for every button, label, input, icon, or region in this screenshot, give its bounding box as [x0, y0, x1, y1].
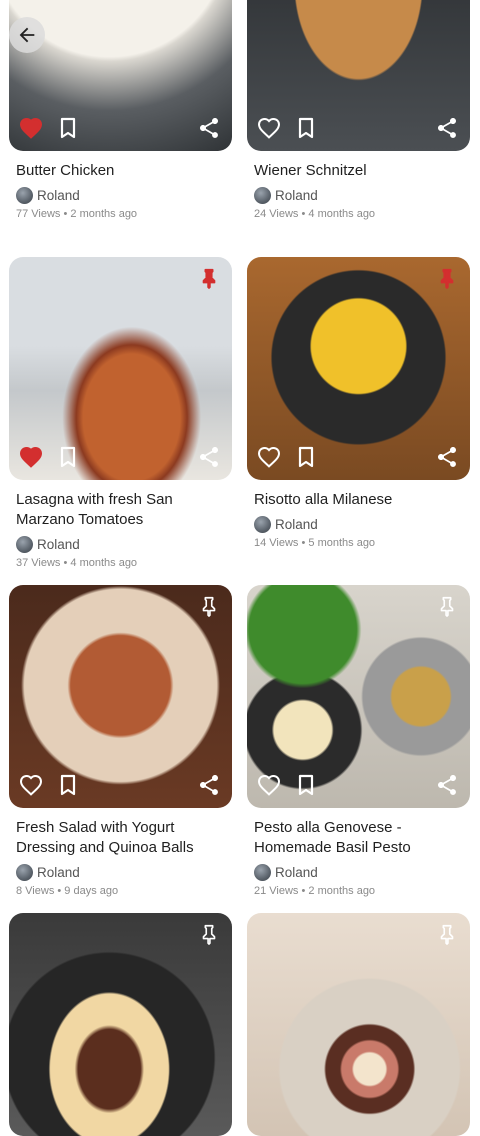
recipe-meta: 14 Views • 5 months ago [254, 537, 376, 549]
heart-icon[interactable] [256, 772, 282, 798]
author[interactable]: Roland [247, 185, 470, 205]
avatar [254, 863, 271, 881]
author[interactable]: Roland [9, 534, 232, 554]
pin-icon[interactable] [198, 923, 220, 945]
author-name: Roland [37, 536, 80, 552]
recipe-image[interactable] [9, 913, 232, 1136]
heart-icon[interactable] [18, 444, 44, 470]
author-name: Roland [37, 187, 80, 203]
share-icon[interactable] [434, 115, 460, 141]
author-name: Roland [275, 864, 318, 880]
author[interactable]: Roland [9, 185, 232, 205]
recipe-image[interactable] [247, 257, 470, 480]
back-button[interactable] [9, 17, 45, 53]
recipe-title[interactable]: Risotto alla Milanese [247, 490, 470, 510]
author[interactable]: Roland [9, 862, 232, 882]
author[interactable]: Roland [247, 862, 470, 882]
recipe-image[interactable] [9, 585, 232, 808]
share-icon[interactable] [434, 772, 460, 798]
author[interactable]: Roland [247, 514, 470, 534]
author-name: Roland [37, 864, 80, 880]
bookmark-icon[interactable] [55, 444, 81, 470]
pin-icon[interactable] [436, 267, 458, 289]
share-icon[interactable] [434, 444, 460, 470]
recipe-title[interactable]: Fresh Salad with Yogurt Dressing and Qui… [9, 818, 232, 858]
recipe-image[interactable] [247, 585, 470, 808]
recipe-title[interactable]: Wiener Schnitzel [247, 161, 470, 181]
bookmark-icon[interactable] [293, 444, 319, 470]
recipe-card[interactable]: Lasagna with fresh San Marzano Tomatoes R… [9, 257, 232, 569]
heart-icon[interactable] [256, 115, 282, 141]
bookmark-icon[interactable] [55, 115, 81, 141]
bookmark-icon[interactable] [293, 772, 319, 798]
recipe-card[interactable]: Wiener Schnitzel Roland 24 Views • 4 month… [247, 0, 470, 220]
heart-icon[interactable] [18, 115, 44, 141]
author-name: Roland [275, 516, 318, 532]
recipe-title[interactable]: Lasagna with fresh San Marzano Tomatoes [9, 490, 232, 530]
avatar [254, 515, 271, 533]
bookmark-icon[interactable] [55, 772, 81, 798]
pin-icon[interactable] [436, 595, 458, 617]
recipe-card[interactable] [9, 913, 232, 1136]
recipe-meta: 24 Views • 4 months ago [254, 208, 376, 220]
recipe-card[interactable] [247, 913, 470, 1136]
recipe-card[interactable]: Risotto alla Milanese Roland 14 Views • 5 … [247, 257, 470, 549]
recipe-card[interactable]: Pesto alla Genovese - Homemade Basil Pes… [247, 585, 470, 897]
share-icon[interactable] [196, 444, 222, 470]
recipe-title[interactable]: Butter Chicken [9, 161, 232, 181]
pin-icon[interactable] [198, 595, 220, 617]
share-icon[interactable] [196, 772, 222, 798]
pin-icon[interactable] [436, 923, 458, 945]
recipe-meta: 77 Views • 2 months ago [16, 208, 138, 220]
recipe-image[interactable] [9, 0, 232, 151]
recipe-meta: 8 Views • 9 days ago [16, 885, 119, 897]
author-name: Roland [275, 187, 318, 203]
share-icon[interactable] [196, 115, 222, 141]
avatar [254, 186, 271, 204]
recipe-image[interactable] [247, 913, 470, 1136]
recipe-meta: 37 Views • 4 months ago [16, 557, 138, 569]
avatar [16, 186, 33, 204]
recipe-image[interactable] [9, 257, 232, 480]
recipe-card[interactable]: Fresh Salad with Yogurt Dressing and Qui… [9, 585, 232, 897]
pin-icon[interactable] [198, 267, 220, 289]
recipe-meta: 21 Views • 2 months ago [254, 885, 376, 897]
avatar [16, 863, 33, 881]
arrow-left-icon [19, 27, 35, 43]
avatar [16, 535, 33, 553]
heart-icon[interactable] [256, 444, 282, 470]
heart-icon[interactable] [18, 772, 44, 798]
recipe-title[interactable]: Pesto alla Genovese - Homemade Basil Pes… [247, 818, 470, 858]
bookmark-icon[interactable] [293, 115, 319, 141]
recipe-image[interactable] [247, 0, 470, 151]
